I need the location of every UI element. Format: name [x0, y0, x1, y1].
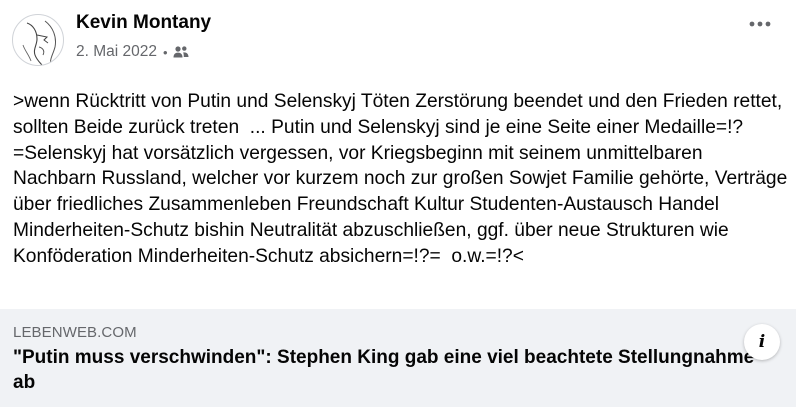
more-options-button[interactable] — [744, 12, 776, 36]
post-date[interactable]: 2. Mai 2022 — [76, 43, 157, 61]
link-domain: LEBENWEB.COM — [13, 324, 137, 341]
author-name[interactable]: Kevin Montany — [76, 12, 211, 34]
friends-icon[interactable] — [173, 45, 189, 59]
profile-sketch-icon — [22, 20, 56, 65]
post-meta: 2. Mai 2022 • — [76, 43, 189, 61]
meta-separator: • — [163, 44, 168, 60]
link-preview[interactable]: LEBENWEB.COM "Putin muss verschwinden": … — [0, 309, 796, 407]
link-title[interactable]: "Putin muss verschwinden": Stephen King … — [13, 345, 773, 395]
more-horizontal-icon — [749, 21, 771, 27]
info-button[interactable]: i — [744, 324, 780, 360]
avatar[interactable] — [12, 14, 64, 66]
info-icon: i — [758, 332, 766, 352]
post-text: >wenn Rücktritt von Putin und Selenskyj … — [13, 91, 793, 267]
